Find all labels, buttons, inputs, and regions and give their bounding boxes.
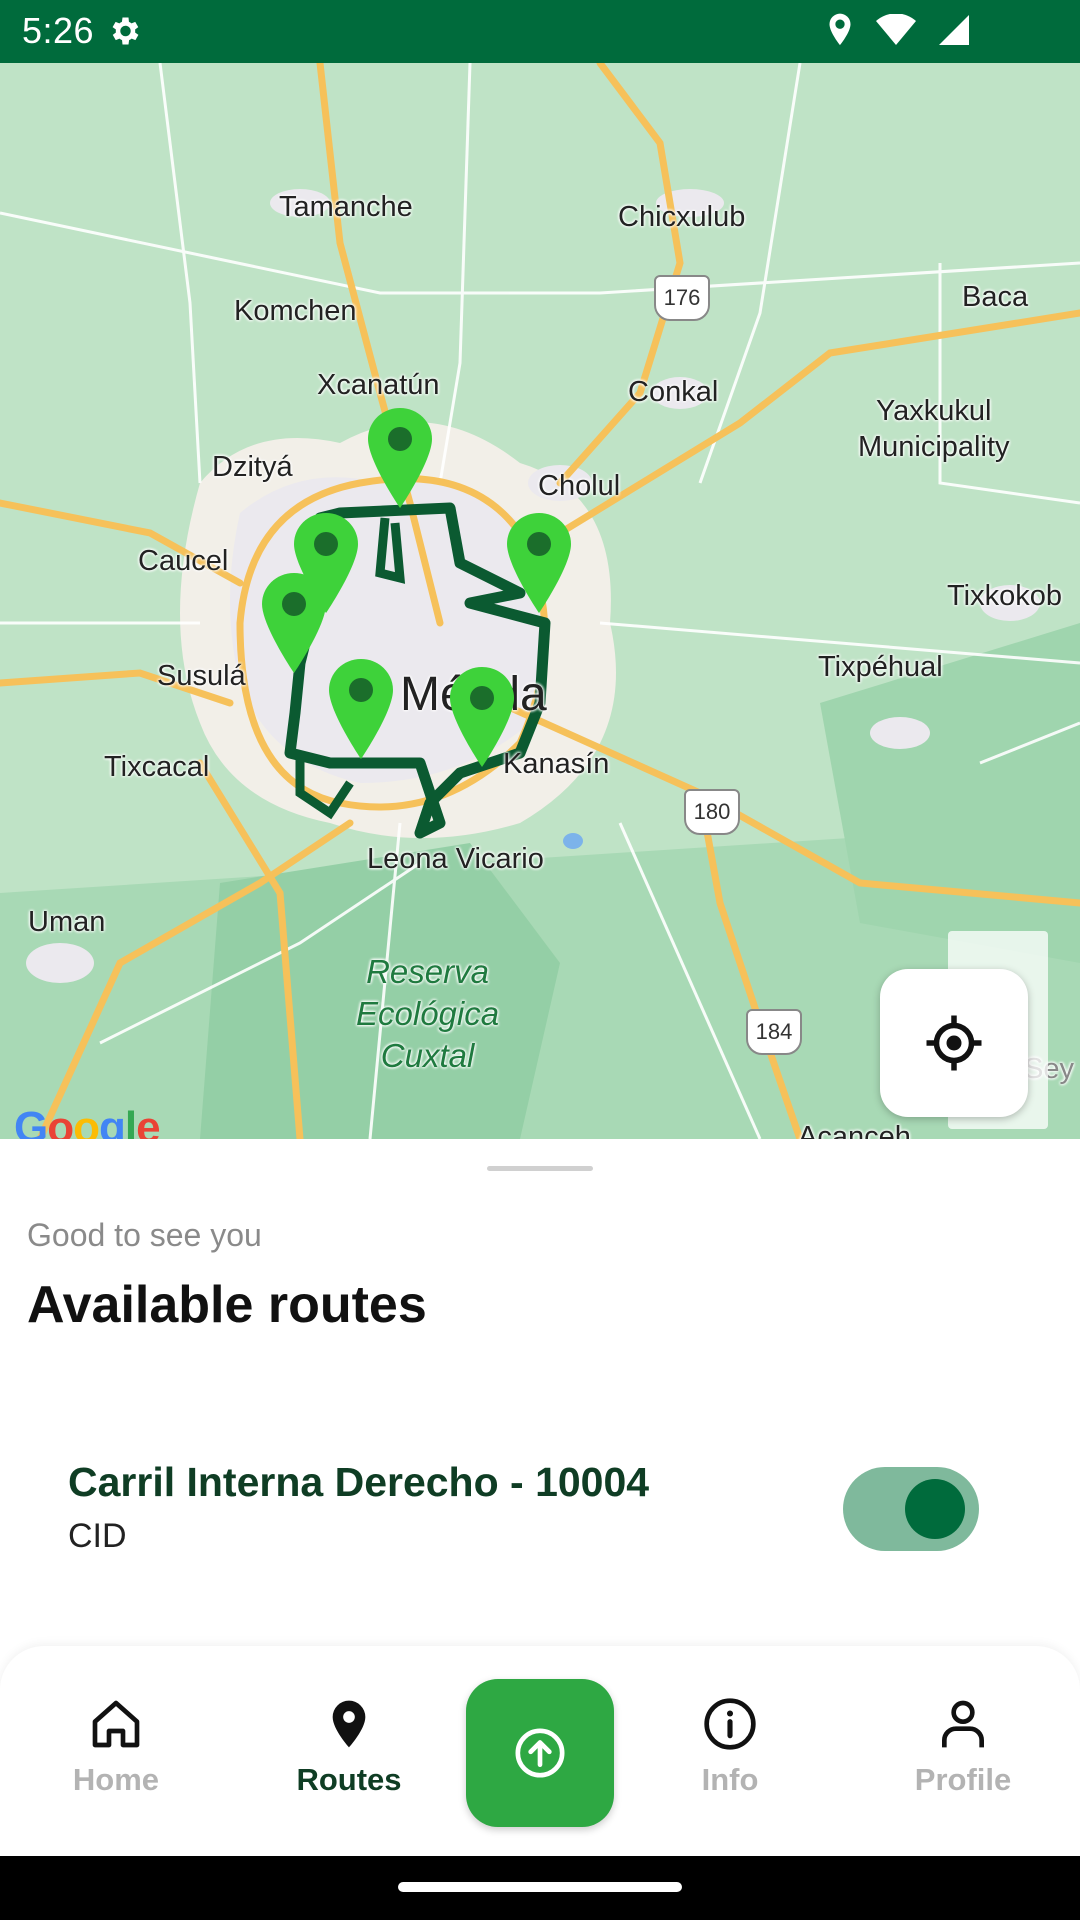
map-label-tixpehual: Tixpéhual [818,651,943,683]
road-shield-176: 176 [654,275,710,321]
crosshair-icon [926,1015,982,1071]
status-time: 5:26 [22,10,95,51]
map-label-susula: Susulá [157,660,246,692]
center-action-button[interactable] [466,1679,614,1827]
bottom-sheet: Good to see you Available routes Carril … [0,1139,1080,1639]
map-pin[interactable] [505,511,573,615]
map-label-reserva: Reserva Ecológica Cuxtal [356,953,500,1074]
nav-home-label: Home [72,1762,160,1797]
map-pin[interactable] [448,665,516,769]
route-name: Carril Interna Derecho - 10004 [68,1459,650,1505]
nav-profile[interactable]: Profile [873,1696,1053,1826]
nav-info-label: Info [701,1762,759,1797]
map-label-acanceh: Acanceh [798,1121,911,1139]
nav-profile-label: Profile [914,1762,1012,1797]
map-pin[interactable] [327,657,395,761]
bottom-navigation: Home Routes Info Profile [0,1646,1080,1856]
map-label-baca: Baca [962,281,1029,313]
map-label-dzitya: Dzityá [212,451,293,483]
arrow-up-circle-icon [515,1728,565,1778]
map-label-uman: Uman [28,906,106,938]
info-icon [704,1698,756,1750]
map-view[interactable]: Tamanche Chicxulub Komchen Baca Xcanatún… [0,63,1080,1139]
system-gesture-bar [0,1856,1080,1920]
google-logo: Google [14,1103,161,1139]
sheet-drag-handle[interactable] [487,1166,593,1171]
map-label-komchen: Komchen [234,295,357,327]
map-label-conkal: Conkal [628,376,719,408]
map-label-leona-vicario: Leona Vicario [367,843,544,875]
map-pin[interactable] [260,571,328,675]
map-label-tamanche: Tamanche [279,191,413,223]
map-label-tixkokob: Tixkokob [947,580,1062,612]
status-bar: 5:26 [0,0,1080,63]
nav-info[interactable]: Info [640,1696,820,1826]
gear-icon [112,17,139,45]
road-shield-184: 184 [746,1009,802,1055]
wifi-icon [876,14,916,45]
map-pin[interactable] [366,406,434,510]
nav-home[interactable]: Home [26,1696,206,1826]
location-icon [829,13,851,46]
map-label-caucel: Caucel [138,545,229,577]
map-label-xcanatun: Xcanatún [317,369,440,401]
route-code: CID [68,1517,127,1555]
road-shield-180: 180 [684,789,740,835]
my-location-button[interactable] [880,969,1028,1117]
map-pin-icon [332,1700,366,1748]
route-list-item[interactable]: Carril Interna Derecho - 10004 CID [0,1439,1080,1579]
greeting-text: Good to see you [27,1217,262,1253]
map-label-kanasin: Kanasín [503,748,610,780]
map-label-cholul: Cholul [538,470,621,502]
map-label-chicxulub: Chicxulub [618,201,746,233]
nav-routes[interactable]: Routes [259,1696,439,1826]
nav-routes-label: Routes [296,1762,402,1797]
signal-icon [939,15,969,45]
map-label-yaxkukul: Yaxkukul Municipality [858,395,1010,463]
route-toggle[interactable] [843,1467,979,1551]
toggle-knob [905,1479,965,1539]
home-gesture-pill[interactable] [398,1882,682,1892]
person-icon [942,1700,984,1748]
sheet-title: Available routes [27,1276,427,1334]
map-label-tixcacal: Tixcacal [104,751,210,783]
home-icon [92,1700,140,1748]
